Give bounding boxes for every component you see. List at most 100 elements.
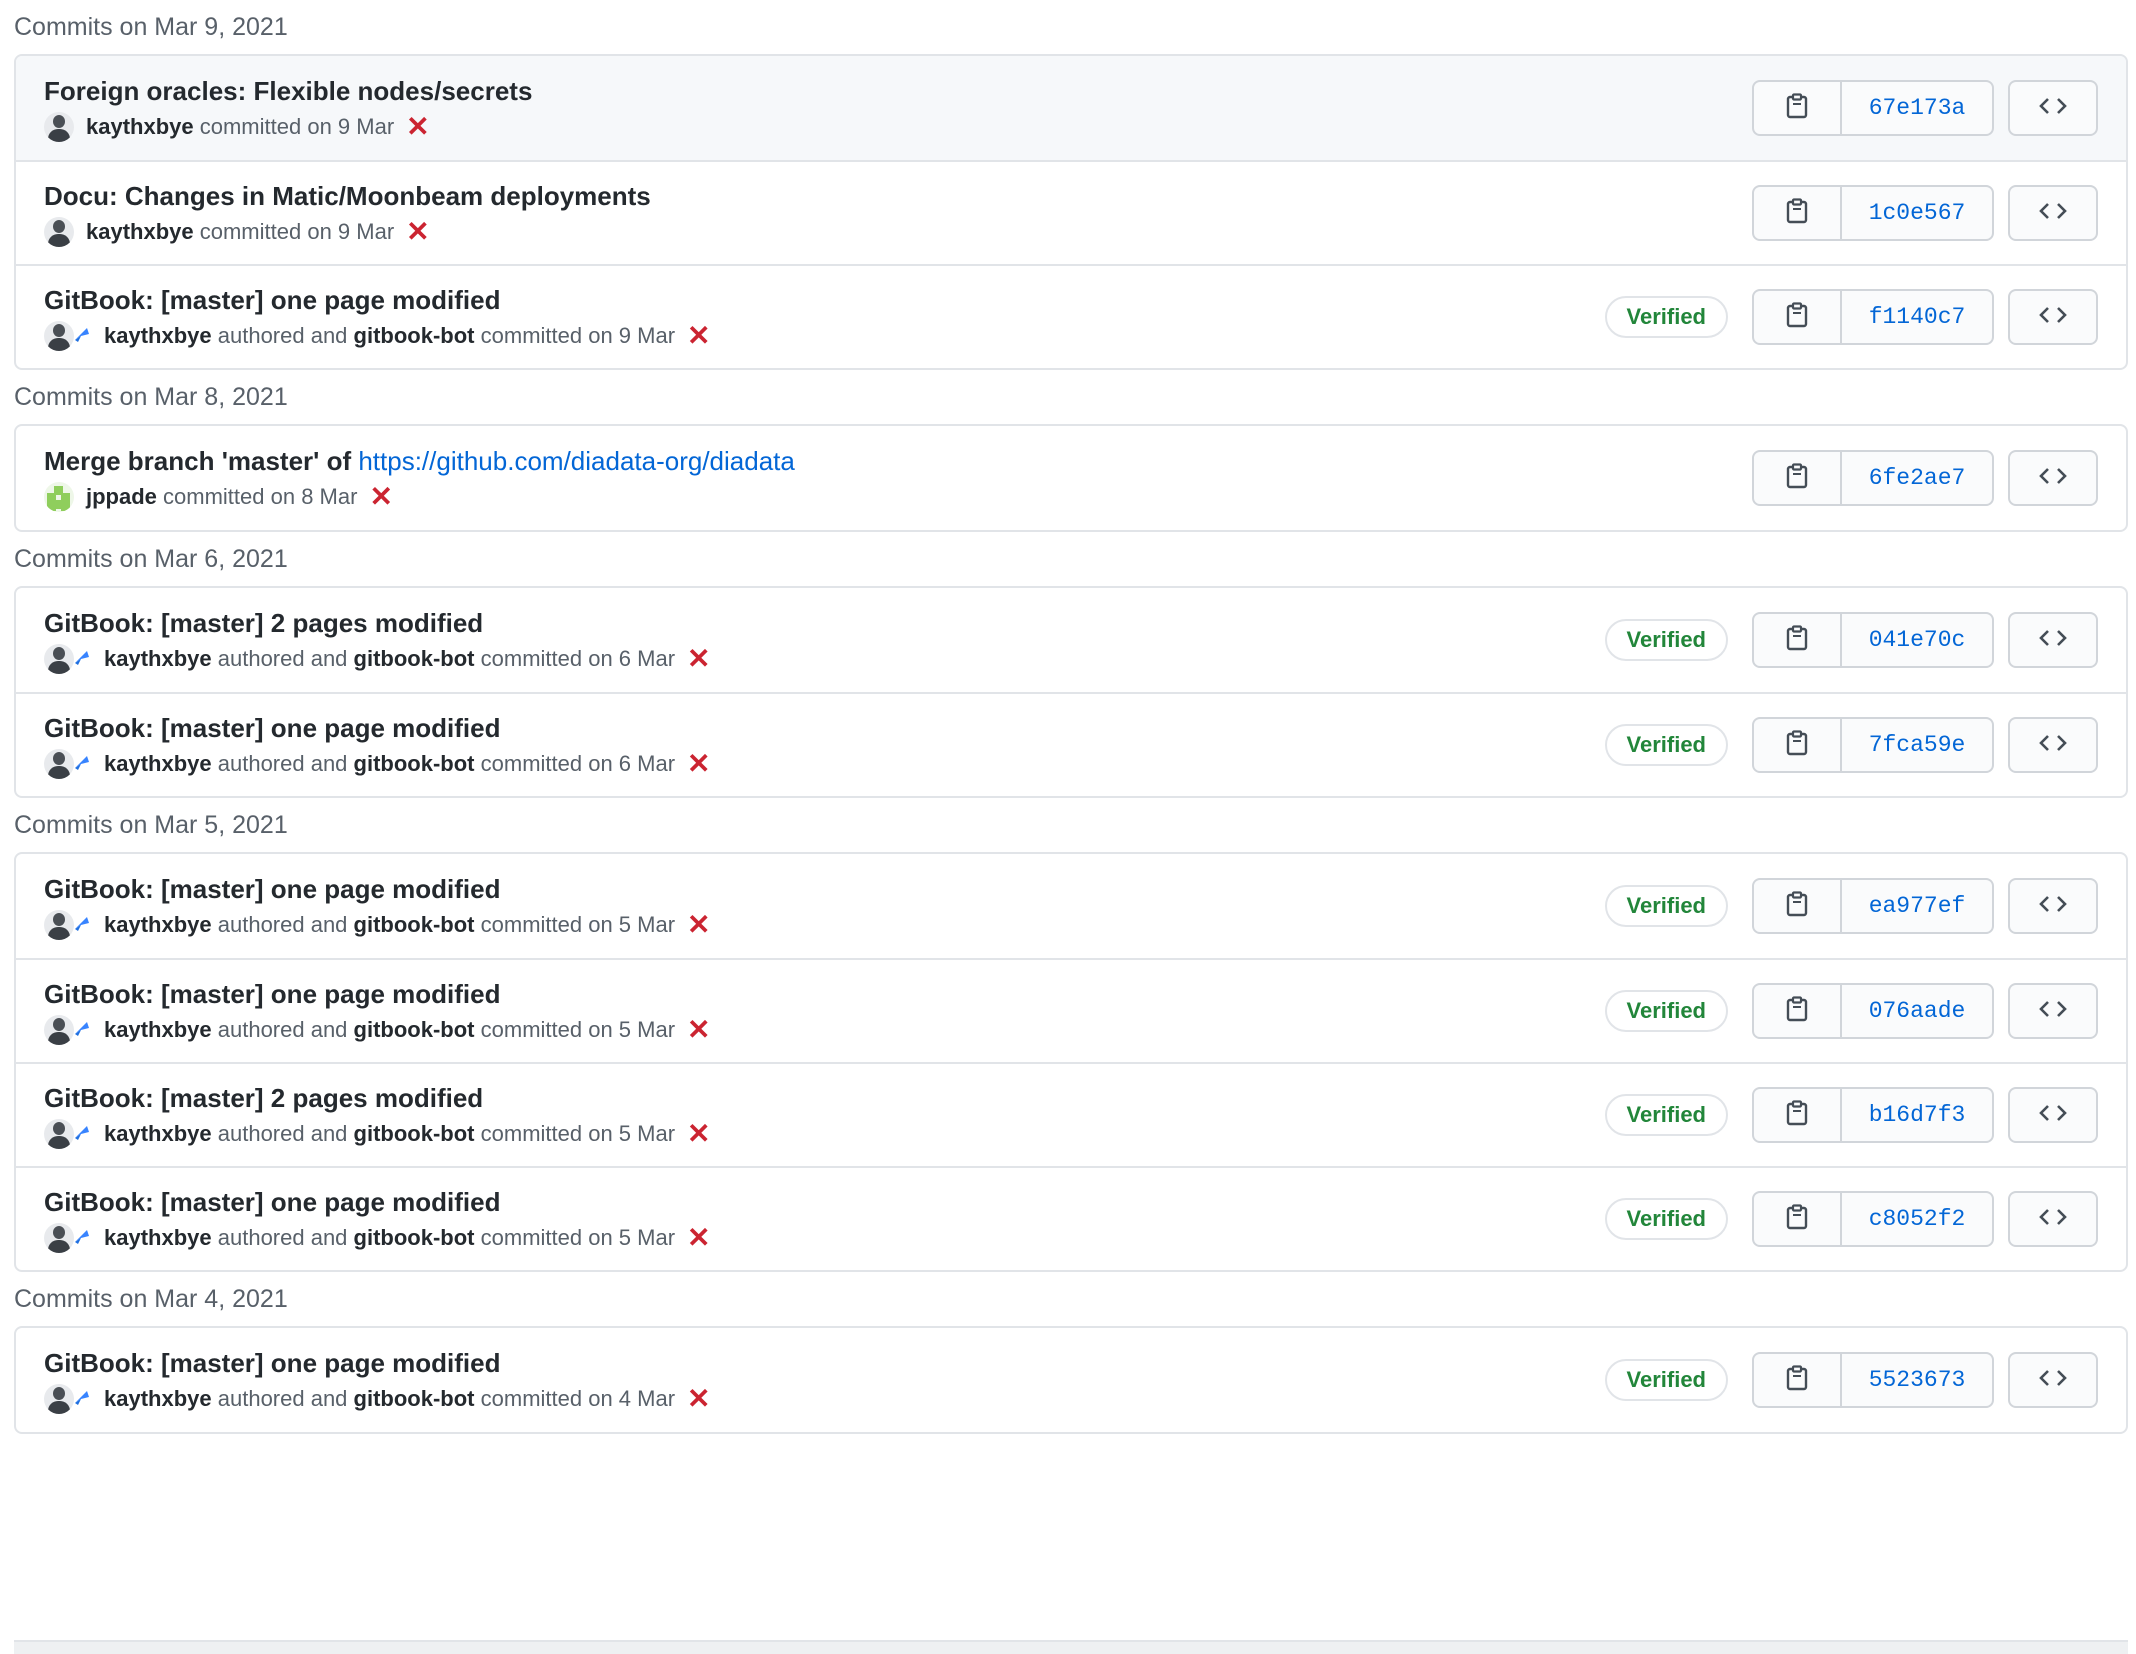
- gitbook-bot-avatar-icon[interactable]: [72, 645, 92, 665]
- browse-repo-button[interactable]: [2008, 289, 2098, 345]
- browse-repo-button[interactable]: [2008, 878, 2098, 934]
- verified-badge[interactable]: Verified: [1604, 619, 1728, 661]
- x-icon[interactable]: ✕: [687, 644, 710, 674]
- commit-coauthor[interactable]: gitbook-bot: [354, 1384, 475, 1414]
- commit-title-url[interactable]: https://github.com/diadata-org/diadata: [358, 446, 795, 476]
- commit-sha-link[interactable]: 076aade: [1842, 985, 1992, 1037]
- commit-sha-link[interactable]: f1140c7: [1842, 291, 1992, 343]
- commit-sha-link[interactable]: 1c0e567: [1842, 187, 1992, 239]
- avatar[interactable]: [44, 112, 74, 142]
- avatar[interactable]: [44, 1384, 74, 1414]
- gitbook-bot-avatar-icon[interactable]: [72, 1385, 92, 1405]
- commit-author[interactable]: kaythxbye: [104, 1015, 212, 1045]
- x-icon[interactable]: ✕: [687, 1223, 710, 1253]
- commit-author[interactable]: kaythxbye: [104, 644, 212, 674]
- commit-author[interactable]: kaythxbye: [104, 910, 212, 940]
- avatar[interactable]: [44, 482, 74, 512]
- commit-coauthor[interactable]: gitbook-bot: [354, 321, 475, 351]
- avatar[interactable]: [44, 749, 74, 779]
- commit-title-link[interactable]: GitBook: [master] 2 pages modified: [44, 608, 483, 638]
- commit-coauthor[interactable]: gitbook-bot: [354, 644, 475, 674]
- commit-author[interactable]: kaythxbye: [104, 749, 212, 779]
- verified-badge[interactable]: Verified: [1604, 724, 1728, 766]
- commit-title-link[interactable]: GitBook: [master] one page modified: [44, 874, 501, 904]
- gitbook-bot-avatar-icon[interactable]: [72, 911, 92, 931]
- copy-sha-button[interactable]: [1754, 1354, 1842, 1406]
- commit-sha-link[interactable]: 67e173a: [1842, 82, 1992, 134]
- verified-badge[interactable]: Verified: [1604, 1094, 1728, 1136]
- commit-title-link[interactable]: GitBook: [master] one page modified: [44, 285, 501, 315]
- verified-badge[interactable]: Verified: [1604, 990, 1728, 1032]
- x-icon[interactable]: ✕: [687, 1015, 710, 1045]
- commit-author[interactable]: kaythxbye: [86, 112, 194, 142]
- commit-title-link[interactable]: GitBook: [master] 2 pages modified: [44, 1083, 483, 1113]
- commit-title-link[interactable]: GitBook: [master] one page modified: [44, 979, 501, 1009]
- x-icon[interactable]: ✕: [369, 482, 392, 512]
- commit-author[interactable]: kaythxbye: [104, 1223, 212, 1253]
- commit-title-link[interactable]: Docu: Changes in Matic/Moonbeam deployme…: [44, 181, 651, 211]
- x-icon[interactable]: ✕: [687, 1119, 710, 1149]
- copy-sha-button[interactable]: [1754, 452, 1842, 504]
- commit-title-link[interactable]: GitBook: [master] one page modified: [44, 1187, 501, 1217]
- commit-author[interactable]: kaythxbye: [104, 321, 212, 351]
- gitbook-bot-avatar-icon[interactable]: [72, 1016, 92, 1036]
- browse-repo-button[interactable]: [2008, 612, 2098, 668]
- commit-title-link[interactable]: GitBook: [master] one page modified: [44, 1348, 501, 1378]
- copy-sha-button[interactable]: [1754, 291, 1842, 343]
- commit-sha-link[interactable]: 6fe2ae7: [1842, 452, 1992, 504]
- commit-coauthor[interactable]: gitbook-bot: [354, 1119, 475, 1149]
- browse-repo-button[interactable]: [2008, 1087, 2098, 1143]
- copy-sha-button[interactable]: [1754, 985, 1842, 1037]
- avatar[interactable]: [44, 1223, 74, 1253]
- copy-sha-button[interactable]: [1754, 880, 1842, 932]
- commit-coauthor[interactable]: gitbook-bot: [354, 1015, 475, 1045]
- commit-title-link[interactable]: Merge branch 'master' of: [44, 446, 358, 476]
- browse-repo-button[interactable]: [2008, 983, 2098, 1039]
- commit-sha-link[interactable]: 041e70c: [1842, 614, 1992, 666]
- copy-sha-button[interactable]: [1754, 614, 1842, 666]
- copy-sha-button[interactable]: [1754, 187, 1842, 239]
- copy-sha-button[interactable]: [1754, 1089, 1842, 1141]
- avatar[interactable]: [44, 321, 74, 351]
- commit-coauthor[interactable]: gitbook-bot: [354, 749, 475, 779]
- commit-coauthor[interactable]: gitbook-bot: [354, 910, 475, 940]
- commit-coauthor[interactable]: gitbook-bot: [354, 1223, 475, 1253]
- verified-badge[interactable]: Verified: [1604, 1359, 1728, 1401]
- verified-badge[interactable]: Verified: [1604, 1198, 1728, 1240]
- browse-repo-button[interactable]: [2008, 1352, 2098, 1408]
- x-icon[interactable]: ✕: [687, 749, 710, 779]
- commit-author[interactable]: kaythxbye: [104, 1384, 212, 1414]
- x-icon[interactable]: ✕: [687, 321, 710, 351]
- avatar[interactable]: [44, 644, 74, 674]
- copy-sha-button[interactable]: [1754, 1193, 1842, 1245]
- gitbook-bot-avatar-icon[interactable]: [72, 1120, 92, 1140]
- x-icon[interactable]: ✕: [687, 910, 710, 940]
- commit-title-link[interactable]: GitBook: [master] one page modified: [44, 713, 501, 743]
- commit-title-link[interactable]: Foreign oracles: Flexible nodes/secrets: [44, 76, 532, 106]
- commit-author[interactable]: kaythxbye: [104, 1119, 212, 1149]
- x-icon[interactable]: ✕: [406, 112, 429, 142]
- verified-badge[interactable]: Verified: [1604, 885, 1728, 927]
- copy-sha-button[interactable]: [1754, 82, 1842, 134]
- browse-repo-button[interactable]: [2008, 450, 2098, 506]
- commit-author[interactable]: kaythxbye: [86, 217, 194, 247]
- commit-sha-link[interactable]: c8052f2: [1842, 1193, 1992, 1245]
- commit-author[interactable]: jppade: [86, 482, 157, 512]
- commit-sha-link[interactable]: 5523673: [1842, 1354, 1992, 1406]
- x-icon[interactable]: ✕: [687, 1384, 710, 1414]
- gitbook-bot-avatar-icon[interactable]: [72, 750, 92, 770]
- verified-badge[interactable]: Verified: [1604, 296, 1728, 338]
- avatar[interactable]: [44, 1015, 74, 1045]
- commit-sha-link[interactable]: b16d7f3: [1842, 1089, 1992, 1141]
- commit-sha-link[interactable]: 7fca59e: [1842, 719, 1992, 771]
- browse-repo-button[interactable]: [2008, 1191, 2098, 1247]
- avatar[interactable]: [44, 910, 74, 940]
- browse-repo-button[interactable]: [2008, 717, 2098, 773]
- browse-repo-button[interactable]: [2008, 80, 2098, 136]
- copy-sha-button[interactable]: [1754, 719, 1842, 771]
- gitbook-bot-avatar-icon[interactable]: [72, 322, 92, 342]
- browse-repo-button[interactable]: [2008, 185, 2098, 241]
- avatar[interactable]: [44, 217, 74, 247]
- commit-sha-link[interactable]: ea977ef: [1842, 880, 1992, 932]
- x-icon[interactable]: ✕: [406, 217, 429, 247]
